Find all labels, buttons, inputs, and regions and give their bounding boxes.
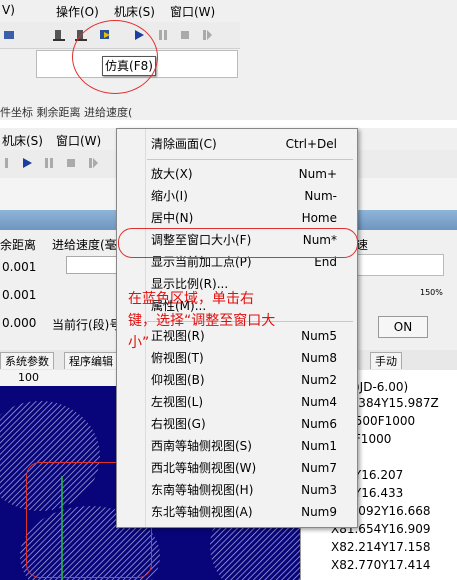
- menu-item-ne-iso[interactable]: 东北等轴侧视图(A) Num9: [117, 501, 357, 523]
- menu-operation[interactable]: 操作(O): [56, 3, 99, 20]
- speed-slider[interactable]: [356, 254, 444, 276]
- feed-slider[interactable]: [66, 256, 118, 274]
- tab-program-edit[interactable]: 程序编辑: [64, 352, 118, 369]
- speed-max-label: 150%: [420, 288, 443, 297]
- feed-label: 进给速度(毫: [52, 238, 117, 252]
- menu-item-se-iso[interactable]: 东南等轴侧视图(H) Num3: [117, 479, 357, 501]
- menu-item-zoom-out[interactable]: 缩小(I) Num-: [117, 185, 357, 207]
- menu-window[interactable]: 窗口(W): [56, 132, 101, 149]
- annotation-text: 在蓝色区域，单击右键，选择“调整至窗口大小”: [128, 291, 276, 351]
- current-line-label: 当前行(段)号: [52, 318, 122, 332]
- menu-item-nw-iso[interactable]: 西北等轴侧视图(W) Num7: [117, 457, 357, 479]
- value: 0.000: [2, 316, 37, 330]
- highlight-oval: [118, 228, 358, 258]
- play-icon[interactable]: [20, 156, 34, 170]
- pause-icon[interactable]: [156, 28, 170, 42]
- menu-item-right-view[interactable]: 右视图(G) Num6: [117, 413, 357, 435]
- value: 0.001: [2, 260, 37, 274]
- value: 0.001: [2, 288, 37, 302]
- ruler-label: 100: [18, 371, 39, 384]
- tab-system-params[interactable]: 系统参数: [0, 352, 54, 369]
- menu-item-bottom-view[interactable]: 仰视图(B) Num2: [117, 369, 357, 391]
- menu-item-clear[interactable]: 清除画面(C) Ctrl+Del: [117, 133, 357, 155]
- pause-icon[interactable]: [42, 156, 56, 170]
- stop-icon[interactable]: [178, 28, 192, 42]
- top-screenshot: V) 操作(O) 机床(S) 窗口(W) 仿真(F8) 件坐标 剩余距离 进给速…: [0, 0, 457, 120]
- menu-window[interactable]: 窗口(W): [170, 3, 215, 20]
- tool-icon[interactable]: [2, 28, 16, 42]
- highlight-ellipse: [72, 20, 158, 94]
- code-line: X82.770Y17.414: [331, 558, 431, 572]
- menu-item-zoom-in[interactable]: 放大(X) Num+: [117, 163, 357, 185]
- menu-bar: V) 操作(O) 机床(S) 窗口(W): [0, 0, 240, 22]
- menu-item-center[interactable]: 居中(N) Home: [117, 207, 357, 229]
- tool-icon[interactable]: [52, 28, 66, 42]
- main-screenshot: 机床(S) 窗口(W) 余距离 进给速度(毫 0.001 0.001 0.000…: [0, 128, 457, 580]
- step-icon[interactable]: [200, 28, 214, 42]
- menu-item-left-view[interactable]: 左视图(L) Num4: [117, 391, 357, 413]
- remaining-label: 余距离: [0, 238, 37, 252]
- stop-icon[interactable]: [64, 156, 78, 170]
- column-labels: 件坐标 剩余距离 进给速度(: [0, 106, 133, 119]
- step-icon[interactable]: [86, 156, 100, 170]
- menu-machine[interactable]: 机床(S): [2, 132, 43, 149]
- menu-item-sw-iso[interactable]: 西南等轴侧视图(S) Num1: [117, 435, 357, 457]
- tab-manual[interactable]: 手动: [370, 352, 402, 369]
- menu-machine[interactable]: 机床(S): [114, 3, 155, 20]
- menu-view[interactable]: V): [2, 3, 15, 17]
- tool-icon[interactable]: [2, 156, 16, 170]
- on-button[interactable]: ON: [378, 316, 428, 338]
- code-line: X82.214Y17.158: [331, 540, 431, 554]
